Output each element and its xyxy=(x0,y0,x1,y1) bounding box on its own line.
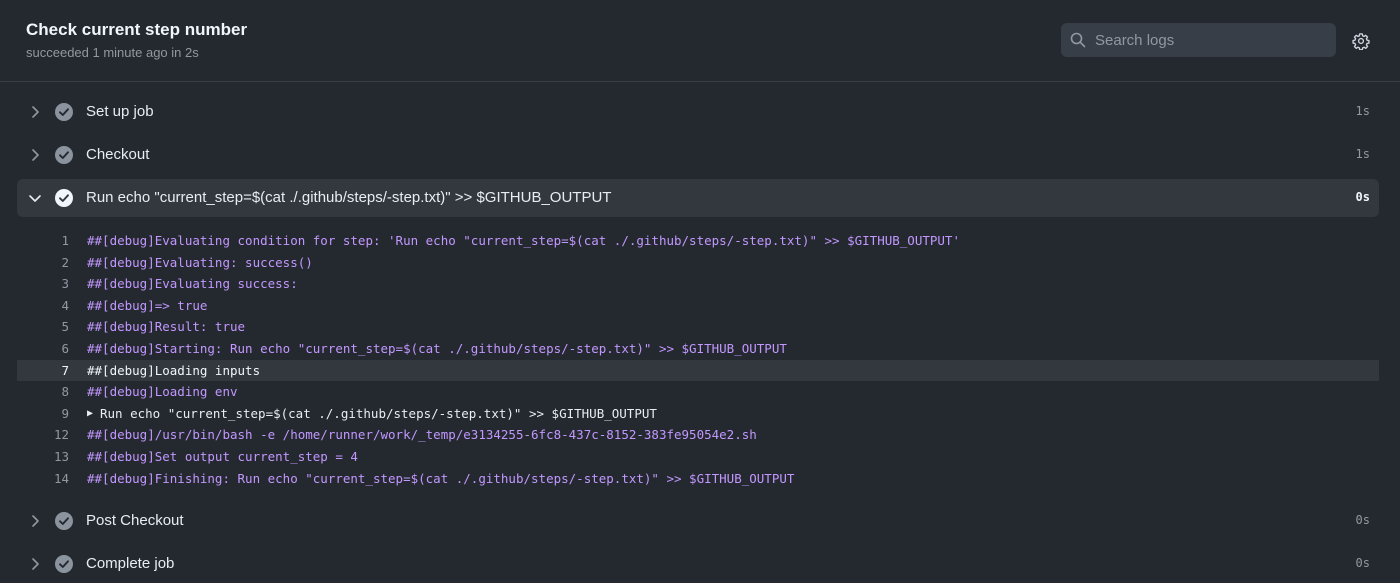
chevron-right-icon xyxy=(32,106,39,118)
check-circle-icon xyxy=(55,555,73,573)
step-label: Complete job xyxy=(86,555,175,572)
step-label: Run echo "current_step=$(cat ./.github/s… xyxy=(86,189,612,206)
line-number[interactable]: 14 xyxy=(17,468,69,490)
line-number[interactable]: 8 xyxy=(17,381,69,403)
log-text: ##[debug]Finishing: Run echo "current_st… xyxy=(87,470,795,486)
log-text: ##[debug]=> true xyxy=(87,297,208,313)
log-line: 4 ##[debug]=> true xyxy=(17,295,1379,317)
log-line: 2 ##[debug]Evaluating: success() xyxy=(17,252,1379,274)
search-icon xyxy=(1070,32,1086,48)
log-line: 1 ##[debug]Evaluating condition for step… xyxy=(17,230,1379,252)
line-number[interactable]: 9 xyxy=(17,403,69,425)
log-line: 8 ##[debug]Loading env xyxy=(17,381,1379,403)
step-complete-job[interactable]: Complete job 0s xyxy=(17,545,1379,583)
log-group[interactable]: 9 ▶ Run echo "current_step=$(cat ./.gith… xyxy=(17,403,1379,425)
log-line: 13 ##[debug]Set output current_step = 4 xyxy=(17,446,1379,468)
step-checkout[interactable]: Checkout 1s xyxy=(17,136,1379,174)
step-duration: 0s xyxy=(1355,513,1370,527)
step-label: Post Checkout xyxy=(86,512,184,529)
log-text: ##[debug]Evaluating success: xyxy=(87,276,298,292)
line-number[interactable]: 6 xyxy=(17,338,69,360)
step-post-checkout[interactable]: Post Checkout 0s xyxy=(17,502,1379,540)
log-text: ##[debug]Evaluating: success() xyxy=(87,254,313,270)
step-duration: 0s xyxy=(1355,556,1370,570)
line-number[interactable]: 5 xyxy=(17,316,69,338)
step-label: Set up job xyxy=(86,103,154,120)
log-line: 12 ##[debug]/usr/bin/bash -e /home/runne… xyxy=(17,424,1379,446)
log-text: ##[debug]Loading env xyxy=(87,384,238,400)
log-output: 1 ##[debug]Evaluating condition for step… xyxy=(17,230,1379,489)
log-text: ##[debug]/usr/bin/bash -e /home/runner/w… xyxy=(87,427,757,443)
step-run-echo[interactable]: Run echo "current_step=$(cat ./.github/s… xyxy=(17,179,1379,217)
log-line: 5 ##[debug]Result: true xyxy=(17,316,1379,338)
log-line: 14 ##[debug]Finishing: Run echo "current… xyxy=(17,468,1379,490)
gear-icon[interactable] xyxy=(1352,32,1370,50)
step-duration: 1s xyxy=(1355,104,1370,118)
chevron-right-icon xyxy=(32,149,39,161)
check-circle-icon xyxy=(55,103,73,121)
check-circle-icon xyxy=(55,512,73,530)
log-line: 3 ##[debug]Evaluating success: xyxy=(17,273,1379,295)
log-text: ##[debug]Loading inputs xyxy=(87,362,261,378)
line-number[interactable]: 12 xyxy=(17,424,69,446)
chevron-down-icon xyxy=(29,195,41,202)
line-number[interactable]: 7 xyxy=(17,360,69,382)
log-text: ##[debug]Evaluating condition for step: … xyxy=(87,233,960,248)
triangle-right-icon[interactable]: ▶ xyxy=(87,403,93,425)
log-group-text: Run echo "current_step=$(cat ./.github/s… xyxy=(100,405,657,421)
log-line: 6 ##[debug]Starting: Run echo "current_s… xyxy=(17,338,1379,360)
job-header: Check current step number succeeded 1 mi… xyxy=(0,0,1400,82)
job-status: succeeded 1 minute ago in 2s xyxy=(26,45,199,60)
log-line-highlighted: 7 ##[debug]Loading inputs xyxy=(17,359,1379,382)
check-circle-icon xyxy=(55,146,73,164)
line-number[interactable]: 2 xyxy=(17,252,69,274)
check-circle-icon xyxy=(55,189,73,207)
job-title: Check current step number xyxy=(26,20,248,39)
step-duration: 1s xyxy=(1355,147,1370,161)
chevron-right-icon xyxy=(32,515,39,527)
line-number[interactable]: 1 xyxy=(17,230,69,252)
line-number[interactable]: 13 xyxy=(17,446,69,468)
step-set-up-job[interactable]: Set up job 1s xyxy=(17,93,1379,131)
chevron-right-icon xyxy=(32,558,39,570)
search-logs-box[interactable] xyxy=(1061,23,1336,57)
log-text: ##[debug]Set output current_step = 4 xyxy=(87,448,358,464)
log-text: ##[debug]Result: true xyxy=(87,319,246,335)
search-logs-input[interactable] xyxy=(1095,23,1325,57)
step-label: Checkout xyxy=(86,146,150,163)
line-number[interactable]: 4 xyxy=(17,295,69,317)
line-number[interactable]: 3 xyxy=(17,273,69,295)
log-text: ##[debug]Starting: Run echo "current_ste… xyxy=(87,340,787,356)
step-duration: 0s xyxy=(1355,190,1370,204)
